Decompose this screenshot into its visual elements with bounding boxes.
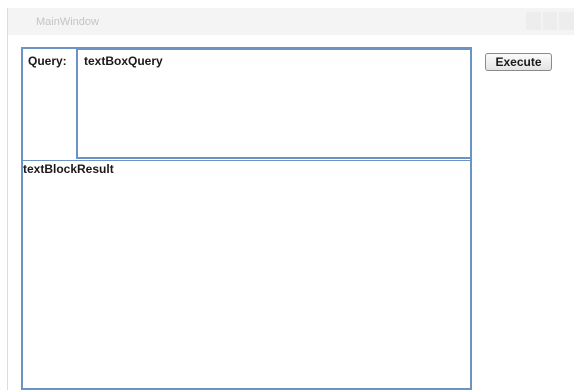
window-controls: [526, 12, 574, 30]
result-text-block: textBlockResult: [23, 162, 114, 176]
main-window: MainWindow Query: textBoxQuery textBlock…: [7, 8, 574, 390]
close-button[interactable]: [559, 12, 574, 30]
execute-button[interactable]: Execute: [485, 53, 552, 71]
window-title: MainWindow: [36, 16, 99, 28]
query-input[interactable]: textBoxQuery: [76, 48, 472, 159]
maximize-button[interactable]: [542, 12, 558, 30]
layout-grid: Query: textBoxQuery textBlockResult: [21, 47, 472, 390]
window-content: Query: textBoxQuery textBlockResult Exec…: [8, 35, 574, 390]
query-label: Query:: [28, 54, 67, 68]
minimize-button[interactable]: [526, 12, 541, 30]
title-bar[interactable]: MainWindow: [8, 8, 574, 35]
grid-divider: [23, 160, 470, 161]
